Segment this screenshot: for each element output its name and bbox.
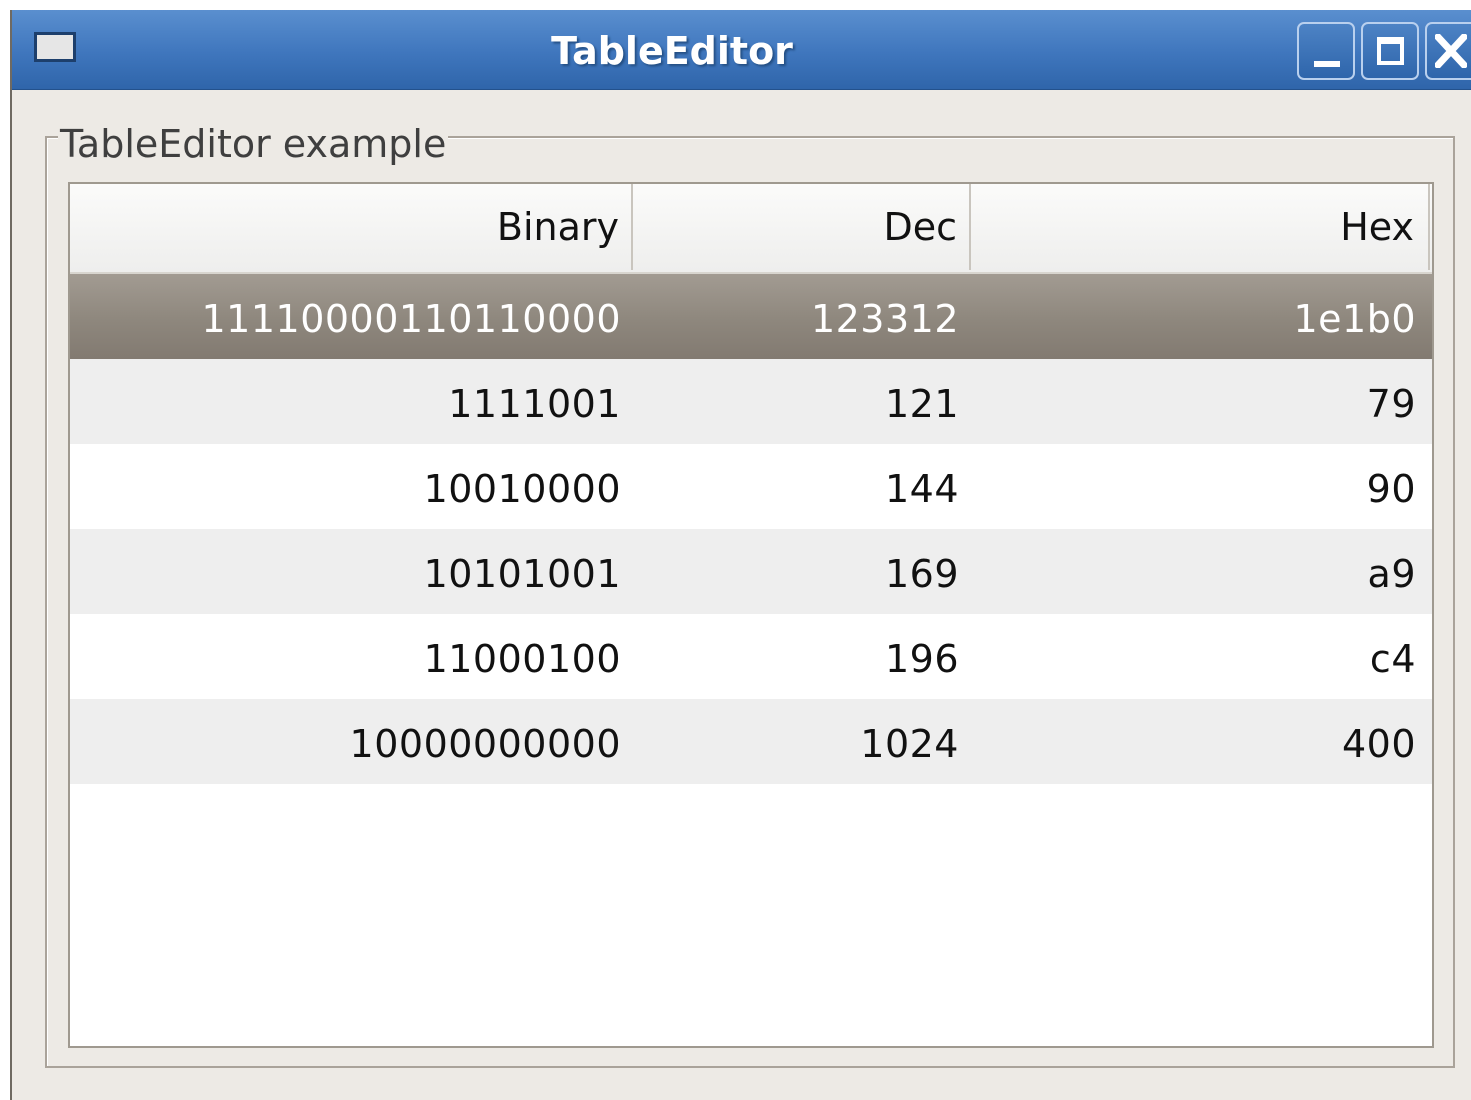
column-header-hex[interactable]: Hex <box>971 184 1430 270</box>
table-row-selected[interactable]: 11110000110110000 123312 1e1b0 <box>70 274 1432 359</box>
minimize-icon <box>1314 61 1340 67</box>
hex-cell[interactable]: 1e1b0 <box>971 274 1416 359</box>
table-row[interactable]: 10000000000 1024 400 <box>70 699 1432 784</box>
group-title: TableEditor example <box>58 120 449 168</box>
column-header-binary[interactable]: Binary <box>70 184 633 270</box>
table-body[interactable]: 11110000110110000 123312 1e1b0 1111001 1… <box>70 274 1432 1046</box>
hex-cell[interactable]: 400 <box>971 699 1416 784</box>
decimal-cell[interactable]: 123312 <box>633 274 959 359</box>
table-row[interactable]: 10101001 169 a9 <box>70 529 1432 614</box>
hex-cell[interactable]: 79 <box>971 359 1416 444</box>
decimal-cell[interactable]: 196 <box>633 614 959 699</box>
table-header: Binary Dec Hex <box>70 184 1432 274</box>
decimal-cell[interactable]: 1024 <box>633 699 959 784</box>
column-header-dec[interactable]: Dec <box>633 184 971 270</box>
binary-cell[interactable]: 1111001 <box>70 359 621 444</box>
table-editor-window: TableEditor TableEditor example Binary D… <box>10 10 1471 1100</box>
table-row[interactable]: 10010000 144 90 <box>70 444 1432 529</box>
decimal-cell[interactable]: 121 <box>633 359 959 444</box>
decimal-cell[interactable]: 144 <box>633 444 959 529</box>
table-view[interactable]: Binary Dec Hex 11110000110110000 123312 … <box>68 182 1434 1048</box>
hex-cell[interactable]: c4 <box>971 614 1416 699</box>
window-title: TableEditor <box>551 29 793 73</box>
maximize-button[interactable] <box>1361 22 1419 80</box>
table-row[interactable]: 1111001 121 79 <box>70 359 1432 444</box>
maximize-icon <box>1377 37 1404 65</box>
close-button[interactable] <box>1425 22 1471 80</box>
hex-cell[interactable]: a9 <box>971 529 1416 614</box>
binary-cell[interactable]: 10000000000 <box>70 699 621 784</box>
close-icon <box>1435 34 1467 68</box>
binary-cell[interactable]: 11110000110110000 <box>70 274 621 359</box>
window-titlebar[interactable]: TableEditor <box>12 10 1471 90</box>
binary-cell[interactable]: 10010000 <box>70 444 621 529</box>
binary-cell[interactable]: 11000100 <box>70 614 621 699</box>
minimize-button[interactable] <box>1297 22 1355 80</box>
hex-cell[interactable]: 90 <box>971 444 1416 529</box>
window-controls <box>1297 22 1471 80</box>
table-row[interactable]: 11000100 196 c4 <box>70 614 1432 699</box>
binary-cell[interactable]: 10101001 <box>70 529 621 614</box>
decimal-cell[interactable]: 169 <box>633 529 959 614</box>
